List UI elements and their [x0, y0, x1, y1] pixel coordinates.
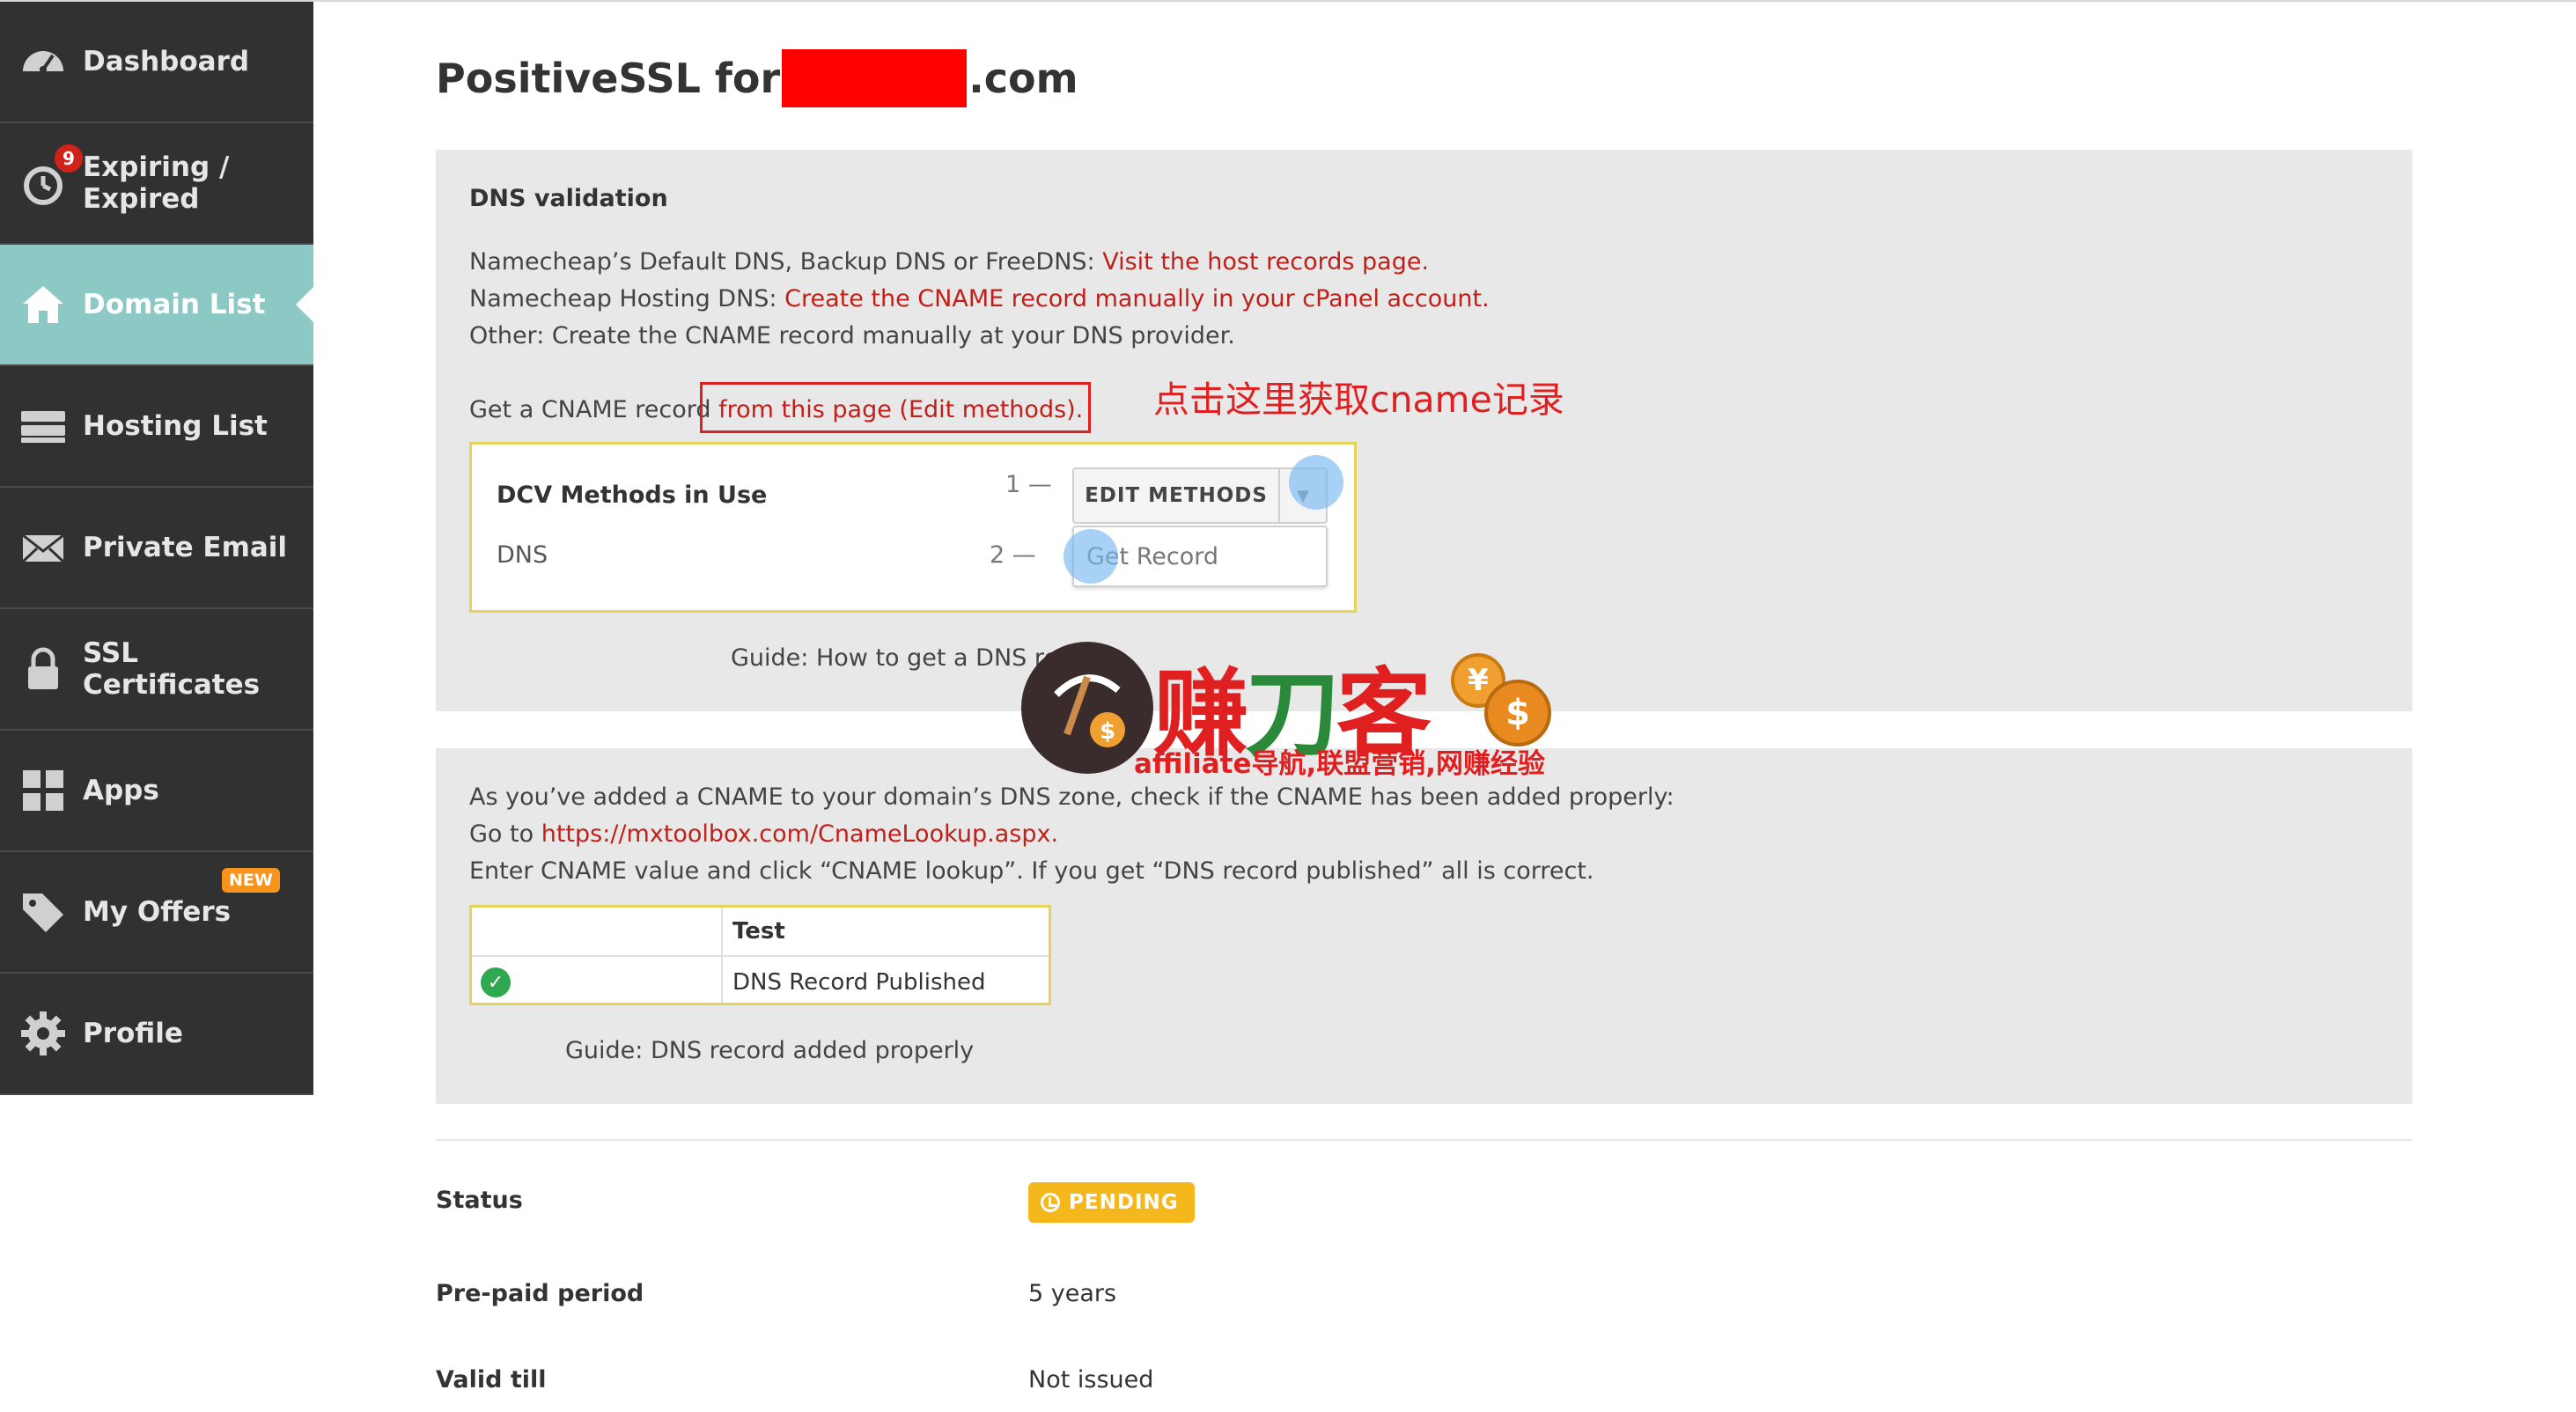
sidebar-item-label: Expiring / Expired	[83, 151, 230, 215]
sidebar-item-ssl-certificates[interactable]: SSL Certificates	[0, 609, 313, 731]
annotation-text: 点击这里获取cname记录	[1153, 379, 1564, 421]
check-line-2-text: Go to	[469, 820, 541, 848]
sidebar: Dashboard 9 Expiring / Expired Domain Li…	[0, 2, 313, 1095]
check-guide-text: Guide: DNS record added properly	[565, 1037, 975, 1064]
expiring-count-badge: 9	[53, 143, 85, 174]
check-line-2: Go to https://mxtoolbox.com/CnameLookup.…	[469, 820, 1058, 848]
table-cell-result: DNS Record Published	[732, 969, 986, 996]
server-icon	[19, 402, 67, 450]
tag-icon	[19, 888, 67, 936]
sidebar-item-label: My Offers	[83, 896, 232, 928]
sidebar-item-my-offers[interactable]: NEW My Offers	[0, 852, 313, 974]
annotation-highlight-box	[700, 382, 1091, 433]
sidebar-item-label: SSL Certificates	[83, 637, 261, 701]
dcv-title: DCV Methods in Use	[497, 482, 768, 509]
section-divider	[436, 1139, 2412, 1141]
click-indicator-1	[1289, 455, 1343, 510]
valid-till-label: Valid till	[436, 1366, 547, 1394]
cpanel-cname-link[interactable]: Create the CNAME record manually in your…	[784, 285, 1490, 313]
check-circle-icon: ✓	[481, 967, 511, 997]
dns-line-hosting: Namecheap Hosting DNS: Create the CNAME …	[469, 285, 1490, 313]
status-label: Status	[436, 1187, 523, 1214]
dns-line-default: Namecheap’s Default DNS, Backup DNS or F…	[469, 248, 1429, 276]
redacted-domain	[782, 49, 968, 107]
sidebar-item-label: Apps	[83, 775, 159, 806]
get-cname-text: Get a CNAME record	[469, 396, 719, 423]
dcv-methods-box: DCV Methods in Use DNS 1 — 2 — EDIT METH…	[469, 442, 1357, 613]
lock-icon	[19, 645, 67, 693]
svg-text:$: $	[1100, 718, 1115, 745]
check-line-3: Enter CNAME value and click “CNAME looku…	[469, 857, 1594, 885]
home-icon	[19, 281, 67, 328]
dollar-coin-icon: $	[1484, 680, 1551, 746]
status-value: PENDING	[1069, 1191, 1179, 1214]
sidebar-item-hosting-list[interactable]: Hosting List	[0, 366, 313, 488]
click-indicator-2	[1064, 529, 1118, 584]
host-records-link[interactable]: Visit the host records page.	[1102, 248, 1429, 276]
gear-icon	[19, 1010, 67, 1057]
envelope-icon	[19, 524, 67, 571]
sidebar-item-domain-list[interactable]: Domain List	[0, 245, 313, 366]
test-result-table: Test ✓ DNS Record Published	[469, 905, 1051, 1005]
clock-icon	[1041, 1193, 1060, 1212]
sidebar-item-label: Profile	[83, 1018, 183, 1049]
page-title: PositiveSSL for .com	[436, 48, 1078, 109]
sidebar-item-apps[interactable]: Apps	[0, 731, 313, 852]
sidebar-item-private-email[interactable]: Private Email	[0, 488, 313, 609]
edit-methods-label: EDIT METHODS	[1085, 484, 1268, 507]
valid-till-value: Not issued	[1028, 1366, 1154, 1394]
sidebar-item-label: Dashboard	[83, 46, 250, 77]
gauge-icon	[19, 38, 67, 85]
prepaid-value: 5 years	[1028, 1280, 1117, 1307]
sidebar-item-label: Private Email	[83, 532, 288, 563]
new-badge: NEW	[222, 868, 280, 893]
sidebar-item-dashboard[interactable]: Dashboard	[0, 2, 313, 123]
title-prefix: PositiveSSL for	[436, 55, 781, 102]
sidebar-item-label: Hosting List	[83, 410, 268, 442]
sidebar-item-expiring[interactable]: 9 Expiring / Expired	[0, 123, 313, 245]
step-1-marker: 1 —	[1005, 471, 1052, 498]
step-2-marker: 2 —	[990, 541, 1036, 569]
dns-validation-heading: DNS validation	[469, 185, 668, 212]
check-line-1: As you’ve added a CNAME to your domain’s…	[469, 783, 1674, 811]
title-suffix: .com	[968, 55, 1078, 102]
sidebar-item-label: Domain List	[83, 289, 266, 320]
dns-guide-text: Guide: How to get a DNS re	[731, 644, 1059, 672]
dns-line-default-text: Namecheap’s Default DNS, Backup DNS or F…	[469, 248, 1103, 276]
status-badge: PENDING	[1028, 1182, 1195, 1223]
dns-line-other: Other: Create the CNAME record manually …	[469, 322, 1235, 349]
table-header-test: Test	[732, 918, 785, 945]
prepaid-label: Pre-paid period	[436, 1280, 644, 1307]
dns-line-hosting-text: Namecheap Hosting DNS:	[469, 285, 785, 313]
watermark-subtitle: affiliate导航,联盟营销,网赚经验	[1134, 748, 1546, 780]
table-divider	[721, 908, 723, 1003]
apps-grid-icon	[19, 767, 67, 814]
sidebar-item-profile[interactable]: Profile	[0, 974, 313, 1095]
watermark-logo: $ 赚刀客 ¥ $ affiliate导航,联盟营销,网赚经验	[1021, 637, 1551, 787]
dcv-method-value: DNS	[497, 541, 548, 569]
mxtoolbox-link[interactable]: https://mxtoolbox.com/CnameLookup.aspx.	[541, 820, 1058, 848]
